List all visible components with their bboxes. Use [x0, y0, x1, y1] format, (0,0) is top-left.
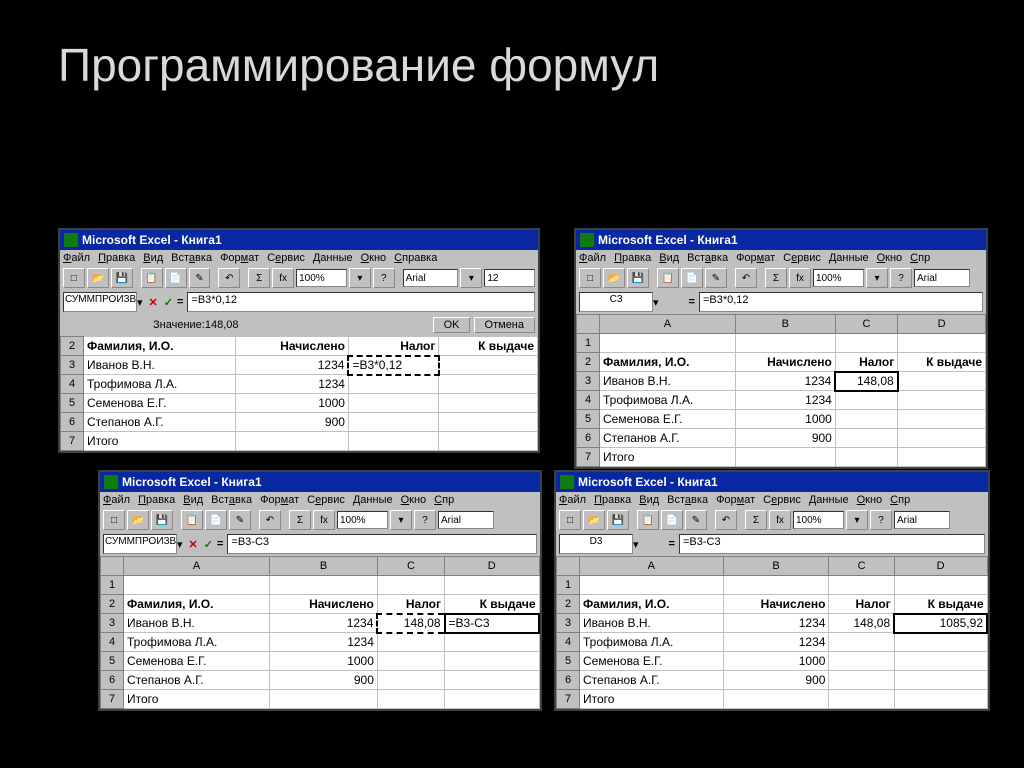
- spreadsheet-grid[interactable]: ABCD 1 2Фамилия, И.О.НачисленоНалогК выд…: [576, 314, 986, 467]
- new-icon[interactable]: □: [103, 510, 125, 530]
- active-cell[interactable]: =B3-C3: [445, 614, 540, 633]
- menubar[interactable]: ФайлПравкаВидВставкаФорматСервисДанныеОк…: [100, 492, 540, 508]
- spreadsheet-grid[interactable]: ABCD 1 2Фамилия, И.О.НачисленоНалогК выд…: [100, 556, 540, 709]
- zoom-box[interactable]: 100%: [296, 269, 347, 287]
- toolbar[interactable]: □📂💾📋📄✎↶Σfx100%▾?Arial: [556, 508, 988, 532]
- undo-icon[interactable]: ↶: [735, 268, 757, 288]
- formula-input[interactable]: =B3-C3: [679, 534, 985, 554]
- excel-window-2: Microsoft Excel - Книга1 ФайлПравкаВидВс…: [574, 228, 988, 469]
- formula-input[interactable]: =B3*0,12: [699, 292, 983, 312]
- font-box[interactable]: Arial: [403, 269, 459, 287]
- paste-icon[interactable]: 📄: [661, 510, 683, 530]
- toolbar[interactable]: □📂💾📋📄✎↶Σfx100%▾?Arial: [100, 508, 540, 532]
- formula-result-bar: Значение:148,08OK Отмена: [60, 314, 538, 336]
- formula-input[interactable]: =B3*0,12: [187, 292, 535, 312]
- paste-icon[interactable]: 📄: [681, 268, 703, 288]
- active-cell[interactable]: =B3*0,12: [348, 356, 438, 375]
- window-title: Microsoft Excel - Книга1: [578, 475, 718, 489]
- undo-icon[interactable]: ↶: [218, 268, 240, 288]
- window-title: Microsoft Excel - Книга1: [598, 233, 738, 247]
- confirm-icon[interactable]: ✓: [204, 538, 213, 551]
- open-icon[interactable]: 📂: [87, 268, 109, 288]
- cancel-icon[interactable]: ✕: [149, 296, 158, 309]
- save-icon[interactable]: 💾: [607, 510, 629, 530]
- cancel-button[interactable]: Отмена: [474, 317, 535, 333]
- save-icon[interactable]: 💾: [111, 268, 133, 288]
- formula-bar[interactable]: СУММПРОИЗВ▾✕✓==B3-C3: [100, 532, 540, 556]
- name-box[interactable]: D3: [559, 534, 633, 554]
- copy-icon[interactable]: 📋: [657, 268, 679, 288]
- menubar[interactable]: ФайлПравкаВидВставкаФорматСервисДанныеОк…: [556, 492, 988, 508]
- slide-title: Программирование формул: [0, 0, 1024, 92]
- spreadsheet-grid[interactable]: 2Фамилия, И.О.НачисленоНалогК выдаче 3Ив…: [60, 336, 538, 451]
- active-cell[interactable]: 1085,92: [894, 614, 987, 633]
- ok-button[interactable]: OK: [433, 317, 471, 333]
- excel-window-3: Microsoft Excel - Книга1 ФайлПравкаВидВс…: [98, 470, 542, 711]
- brush-icon[interactable]: ✎: [229, 510, 251, 530]
- window-title: Microsoft Excel - Книга1: [122, 475, 262, 489]
- name-box[interactable]: СУММПРОИЗВ: [63, 292, 137, 312]
- formula-bar[interactable]: СУММПРОИЗВ▾✕✓==B3*0,12: [60, 290, 538, 314]
- confirm-icon[interactable]: ✓: [164, 296, 173, 309]
- open-icon[interactable]: 📂: [603, 268, 625, 288]
- excel-window-1: Microsoft Excel - Книга1 ФайлПравкаВидВс…: [58, 228, 540, 453]
- brush-icon[interactable]: ✎: [189, 268, 211, 288]
- excel-icon: [104, 475, 118, 489]
- new-icon[interactable]: □: [559, 510, 581, 530]
- excel-icon: [580, 233, 594, 247]
- formula-bar[interactable]: D3▾==B3-C3: [556, 532, 988, 556]
- brush-icon[interactable]: ✎: [705, 268, 727, 288]
- undo-icon[interactable]: ↶: [715, 510, 737, 530]
- spreadsheet-grid[interactable]: ABCD 1 2Фамилия, И.О.НачисленоНалогК выд…: [556, 556, 988, 709]
- toolbar[interactable]: □📂💾📋📄✎↶Σfx100%▾?Arial: [576, 266, 986, 290]
- formula-bar[interactable]: C3▾==B3*0,12: [576, 290, 986, 314]
- save-icon[interactable]: 💾: [151, 510, 173, 530]
- open-icon[interactable]: 📂: [583, 510, 605, 530]
- copy-icon[interactable]: 📋: [141, 268, 163, 288]
- name-box[interactable]: C3: [579, 292, 653, 312]
- paste-icon[interactable]: 📄: [165, 268, 187, 288]
- excel-window-4: Microsoft Excel - Книга1 ФайлПравкаВидВс…: [554, 470, 990, 711]
- menubar[interactable]: ФайлПравкаВидВставкаФорматСервисДанныеОк…: [60, 250, 538, 266]
- undo-icon[interactable]: ↶: [259, 510, 281, 530]
- brush-icon[interactable]: ✎: [685, 510, 707, 530]
- toolbar[interactable]: □📂💾📋📄✎↶Σfx100%▾?Arial▾12: [60, 266, 538, 290]
- paste-icon[interactable]: 📄: [205, 510, 227, 530]
- menubar[interactable]: ФайлПравкаВидВставкаФорматСервисДанныеОк…: [576, 250, 986, 266]
- open-icon[interactable]: 📂: [127, 510, 149, 530]
- save-icon[interactable]: 💾: [627, 268, 649, 288]
- name-box[interactable]: СУММПРОИЗВ: [103, 534, 177, 554]
- new-icon[interactable]: □: [63, 268, 85, 288]
- new-icon[interactable]: □: [579, 268, 601, 288]
- copy-icon[interactable]: 📋: [181, 510, 203, 530]
- active-cell[interactable]: 148,08: [835, 372, 897, 391]
- copy-icon[interactable]: 📋: [637, 510, 659, 530]
- excel-icon: [560, 475, 574, 489]
- cancel-icon[interactable]: ✕: [189, 538, 198, 551]
- excel-icon: [64, 233, 78, 247]
- formula-input[interactable]: =B3-C3: [227, 534, 537, 554]
- window-title: Microsoft Excel - Книга1: [82, 233, 222, 247]
